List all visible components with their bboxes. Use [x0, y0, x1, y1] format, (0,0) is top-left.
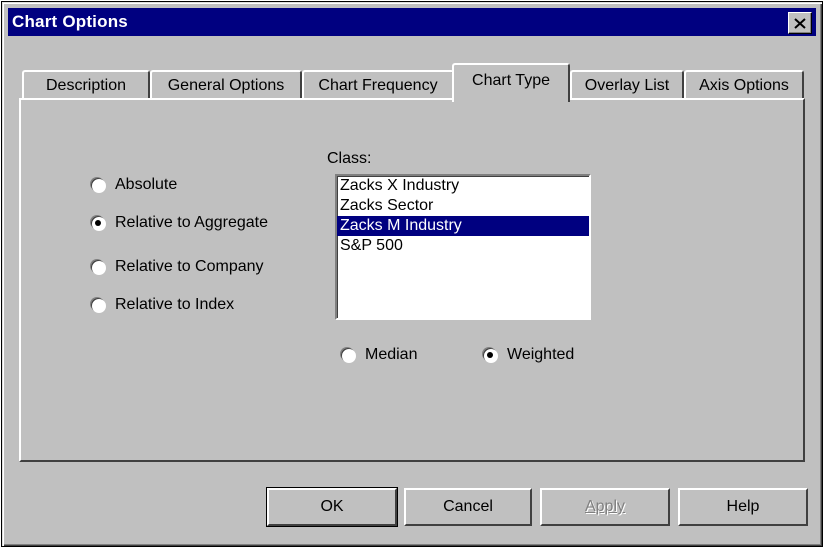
radio-button[interactable] — [91, 298, 105, 312]
radio-label: Relative to Index — [115, 296, 235, 313]
cancel-button-label: Cancel — [443, 498, 493, 515]
chart-options-dialog: Chart Options Description General Option… — [1, 1, 823, 547]
ok-button-label: OK — [320, 498, 344, 515]
tab-overlay-list[interactable]: Overlay List — [570, 70, 684, 100]
title-bar[interactable]: Chart Options — [8, 8, 816, 36]
tab-label: Overlay List — [584, 77, 670, 94]
tab-label: Chart Frequency — [318, 77, 438, 94]
tab-label: General Options — [167, 77, 285, 94]
help-button-label: Help — [726, 498, 760, 515]
list-item[interactable]: Zacks Sector — [337, 196, 589, 216]
close-button[interactable] — [788, 12, 812, 34]
tab-axis-options[interactable]: Axis Options — [684, 70, 804, 100]
cancel-button[interactable]: Cancel — [404, 488, 532, 526]
radio-relative-to-aggregate[interactable]: Relative to Aggregate — [91, 214, 268, 232]
list-item-selected[interactable]: Zacks M Industry — [337, 216, 589, 236]
ok-button[interactable]: OK — [266, 487, 398, 527]
radio-label: Relative to Aggregate — [115, 214, 268, 231]
list-item[interactable]: S&P 500 — [337, 236, 589, 256]
radio-label: Median — [365, 346, 418, 363]
radio-median[interactable]: Median — [341, 346, 417, 364]
tab-label: Axis Options — [699, 77, 789, 94]
tab-label: Chart Type — [472, 71, 550, 89]
radio-relative-to-company[interactable]: Relative to Company — [91, 258, 264, 276]
radio-button[interactable] — [483, 348, 497, 362]
class-label: Class: — [327, 150, 372, 167]
window-title: Chart Options — [12, 12, 128, 31]
radio-label: Relative to Company — [115, 258, 264, 275]
class-listbox[interactable]: Zacks X Industry Zacks Sector Zacks M In… — [335, 174, 591, 320]
radio-label: Weighted — [507, 346, 575, 363]
radio-selected-dot — [487, 352, 493, 358]
list-item[interactable]: Zacks X Industry — [337, 176, 589, 196]
tab-description[interactable]: Description — [22, 70, 150, 100]
radio-button[interactable] — [91, 260, 105, 274]
close-icon — [794, 17, 806, 29]
tab-chart-type[interactable]: Chart Type — [452, 63, 570, 102]
radio-button[interactable] — [91, 178, 105, 192]
chart-type-panel: Absolute Relative to Aggregate Relative … — [19, 98, 805, 462]
tab-general-options[interactable]: General Options — [150, 70, 302, 100]
tab-chart-frequency[interactable]: Chart Frequency — [302, 70, 454, 100]
radio-button[interactable] — [341, 348, 355, 362]
radio-absolute[interactable]: Absolute — [91, 176, 177, 194]
help-button[interactable]: Help — [678, 488, 808, 526]
radio-button[interactable] — [91, 216, 105, 230]
radio-label: Absolute — [115, 176, 178, 193]
radio-selected-dot — [95, 220, 101, 226]
tab-label: Description — [45, 77, 127, 94]
apply-button[interactable]: Apply — [540, 488, 670, 526]
radio-weighted[interactable]: Weighted — [483, 346, 574, 364]
apply-button-label: Apply — [584, 498, 626, 515]
radio-relative-to-index[interactable]: Relative to Index — [91, 296, 234, 314]
